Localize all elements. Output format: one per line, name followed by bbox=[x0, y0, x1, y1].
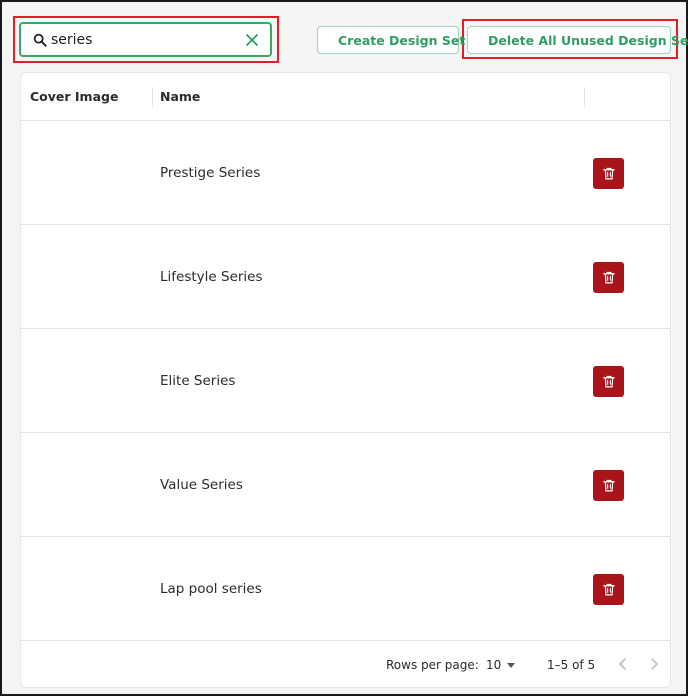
row-name: Prestige Series bbox=[160, 165, 261, 181]
rows-per-page-select[interactable]: 10 bbox=[486, 658, 516, 672]
row-name: Lifestyle Series bbox=[160, 269, 263, 285]
table-row: Lap pool series bbox=[21, 537, 670, 641]
row-name: Value Series bbox=[160, 477, 243, 493]
table-header: Cover Image Name bbox=[21, 73, 670, 121]
trash-icon bbox=[602, 167, 615, 180]
delete-row-button[interactable] bbox=[593, 470, 624, 501]
design-sets-table: Cover Image Name Prestige Series Lifesty… bbox=[20, 72, 671, 688]
chevron-right-icon[interactable] bbox=[646, 656, 662, 672]
create-design-set-label: Create Design Set bbox=[338, 32, 466, 48]
rows-per-page-label: Rows per page: bbox=[386, 658, 479, 672]
delete-all-unused-button[interactable]: Delete All Unused Design Sets bbox=[467, 26, 688, 54]
table-row: Prestige Series bbox=[21, 121, 670, 225]
search-input[interactable] bbox=[51, 31, 244, 48]
trash-icon bbox=[602, 583, 615, 596]
pagination-footer: Rows per page: 10 1–5 of 5 bbox=[21, 642, 670, 687]
search-box[interactable] bbox=[19, 22, 272, 57]
table-row: Lifestyle Series bbox=[21, 225, 670, 329]
column-separator bbox=[152, 87, 153, 107]
delete-row-button[interactable] bbox=[593, 366, 624, 397]
delete-row-button[interactable] bbox=[593, 574, 624, 605]
column-header-name[interactable]: Name bbox=[160, 89, 200, 104]
rows-per-page-value: 10 bbox=[486, 658, 502, 672]
delete-row-button[interactable] bbox=[593, 262, 624, 293]
column-separator bbox=[584, 87, 585, 107]
trash-icon bbox=[602, 479, 615, 492]
create-design-set-button[interactable]: Create Design Set bbox=[317, 26, 465, 54]
table-row: Elite Series bbox=[21, 329, 670, 433]
column-header-cover-image[interactable]: Cover Image bbox=[30, 89, 118, 104]
delete-row-button[interactable] bbox=[593, 158, 624, 189]
pagination-range: 1–5 of 5 bbox=[547, 658, 596, 672]
delete-all-unused-label: Delete All Unused Design Sets bbox=[488, 32, 688, 48]
trash-icon bbox=[602, 375, 615, 388]
chevron-left-icon[interactable] bbox=[615, 656, 631, 672]
row-name: Lap pool series bbox=[160, 581, 262, 597]
row-name: Elite Series bbox=[160, 373, 236, 389]
search-icon bbox=[33, 33, 47, 47]
caret-down-icon bbox=[507, 662, 516, 668]
trash-icon bbox=[602, 271, 615, 284]
close-icon[interactable] bbox=[244, 32, 260, 48]
screenshot-frame: Create Design Set Delete All Unused Desi… bbox=[0, 0, 688, 696]
table-row: Value Series bbox=[21, 433, 670, 537]
